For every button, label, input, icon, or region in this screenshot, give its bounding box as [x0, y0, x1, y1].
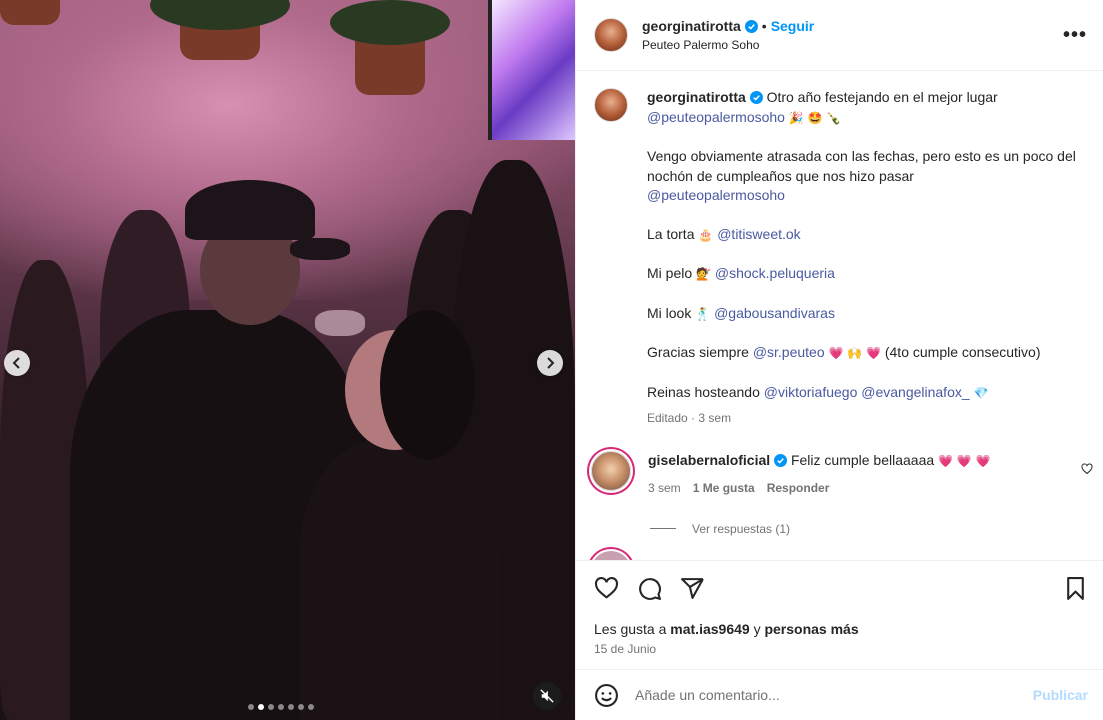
post-sidebar: georginatirotta • Seguir Peuteo Palermo …	[575, 0, 1103, 720]
mention-link[interactable]: @sr.peuteo	[753, 344, 825, 360]
caption-text: Reinas hosteando	[647, 383, 760, 400]
media-plant	[330, 0, 450, 45]
speaker-muted-icon	[540, 689, 554, 703]
verified-badge-icon	[749, 91, 763, 104]
view-replies-button[interactable]: Ver respuestas (1)	[576, 498, 1103, 536]
caption-emoji: 🎉 🤩 🍾	[788, 110, 842, 125]
post-header: georginatirotta • Seguir Peuteo Palermo …	[576, 0, 1103, 71]
mute-button[interactable]	[533, 682, 561, 710]
publish-button[interactable]: Publicar	[1033, 687, 1088, 703]
mention-link[interactable]: @peuteopalermosoho	[647, 109, 785, 125]
author-avatar[interactable]	[594, 18, 628, 52]
edited-label: Editado	[647, 411, 688, 425]
media-tv-screen	[488, 0, 575, 140]
caption-avatar[interactable]	[594, 88, 628, 122]
more-options-icon[interactable]: •••	[1063, 24, 1087, 47]
caption-emoji: 🕺	[695, 306, 711, 321]
verified-badge-icon	[774, 453, 788, 467]
media-cap	[185, 180, 315, 240]
mention-link[interactable]: @titisweet.ok	[717, 226, 800, 242]
caption-text: Mi look	[647, 304, 692, 321]
media-woman-hair	[380, 310, 475, 460]
post-actions: Les gusta a mat.ias9649 y personas más 1…	[576, 560, 1103, 656]
caption-username[interactable]: georginatirotta	[647, 89, 746, 105]
carousel-dots	[248, 704, 314, 710]
comment-icon[interactable]	[637, 576, 662, 601]
mention-link[interactable]: @evangelinafox_	[861, 384, 969, 400]
replies-divider	[650, 528, 676, 529]
commenter-avatar[interactable]	[591, 450, 631, 491]
chevron-right-icon	[547, 357, 555, 369]
comment-text: Feliz cumple bellaaaaa	[790, 451, 935, 468]
commenter-username[interactable]: giselabernaloficial	[648, 452, 770, 468]
post-media[interactable]	[0, 0, 575, 720]
add-comment-bar: Publicar	[576, 669, 1103, 720]
verified-badge-icon	[744, 19, 758, 33]
mention-link[interactable]: @shock.peluqueria	[715, 265, 835, 281]
chevron-left-icon	[12, 357, 20, 369]
view-replies-label: Ver respuestas (1)	[692, 521, 791, 536]
post-date[interactable]: 15 de Junio	[594, 642, 1088, 656]
carousel-dot	[298, 704, 304, 710]
caption-emoji: 💇	[696, 267, 711, 281]
caption-text: (4to cumple consecutivo)	[884, 344, 1041, 360]
header-separator: •	[761, 18, 767, 34]
mention-link[interactable]: @viktoriafuego	[764, 384, 858, 400]
likes-others[interactable]: personas más	[764, 621, 858, 637]
comment-input[interactable]	[635, 687, 1033, 703]
emoji-picker-icon[interactable]	[594, 683, 619, 708]
media-woman	[300, 440, 500, 720]
author-username[interactable]: georginatirotta	[642, 18, 741, 34]
mention-link[interactable]: @gabousandivaras	[714, 305, 835, 321]
share-icon[interactable]	[680, 576, 705, 601]
caption-emoji: 💎	[973, 385, 989, 400]
caption-emoji: 💗 🙌 💗	[828, 346, 881, 360]
media-flowerpot	[0, 0, 60, 25]
carousel-dot	[288, 704, 294, 710]
caption-text: Gracias siempre	[647, 344, 749, 360]
comment-heart-icon[interactable]	[1081, 462, 1093, 475]
meta-separator: ·	[691, 411, 696, 425]
likes-user[interactable]: mat.ias9649	[670, 621, 749, 637]
caption-emoji: 🎂	[698, 227, 714, 242]
caption-text: Mi pelo	[647, 265, 693, 281]
carousel-dot	[248, 704, 254, 710]
mention-link[interactable]: @peuteopalermosoho	[647, 187, 785, 203]
caption-text: La torta	[647, 225, 695, 242]
likes-prefix: Les gusta a	[594, 621, 667, 637]
media-glass	[315, 310, 365, 336]
comment-likes[interactable]: 1 Me gusta	[693, 479, 755, 498]
carousel-dot	[268, 704, 274, 710]
likes-summary: Les gusta a mat.ias9649 y personas más	[594, 621, 1088, 637]
media-cap-brim	[290, 238, 350, 260]
previous-slide-button[interactable]	[4, 350, 30, 376]
reply-button[interactable]: Responder	[767, 479, 830, 498]
likes-and: y	[753, 621, 761, 637]
carousel-dot	[258, 704, 264, 710]
follow-button[interactable]: Seguir	[771, 18, 815, 34]
carousel-dot	[308, 704, 314, 710]
comments-scroll-area[interactable]: georginatirotta Otro año festejando en e…	[576, 71, 1103, 561]
comment-item: giselabernaloficial Feliz cumple bellaaa…	[576, 429, 1103, 498]
bookmark-icon[interactable]	[1063, 576, 1088, 601]
comment-time[interactable]: 3 sem	[648, 479, 681, 498]
comment-emoji: 💗 💗 💗	[938, 453, 991, 468]
post-location[interactable]: Peuteo Palermo Soho	[642, 38, 814, 52]
caption-text: Otro año festejando en el mejor lugar	[766, 89, 998, 105]
caption-time[interactable]: 3 sem	[698, 411, 731, 425]
caption-text: Vengo obviamente atrasada con las fechas…	[647, 148, 1076, 184]
caption-meta: Editado · 3 sem	[647, 409, 1087, 429]
post-caption: georginatirotta Otro año festejando en e…	[576, 71, 1103, 429]
carousel-dot	[278, 704, 284, 710]
next-slide-button[interactable]	[537, 350, 563, 376]
heart-icon[interactable]	[594, 576, 619, 601]
